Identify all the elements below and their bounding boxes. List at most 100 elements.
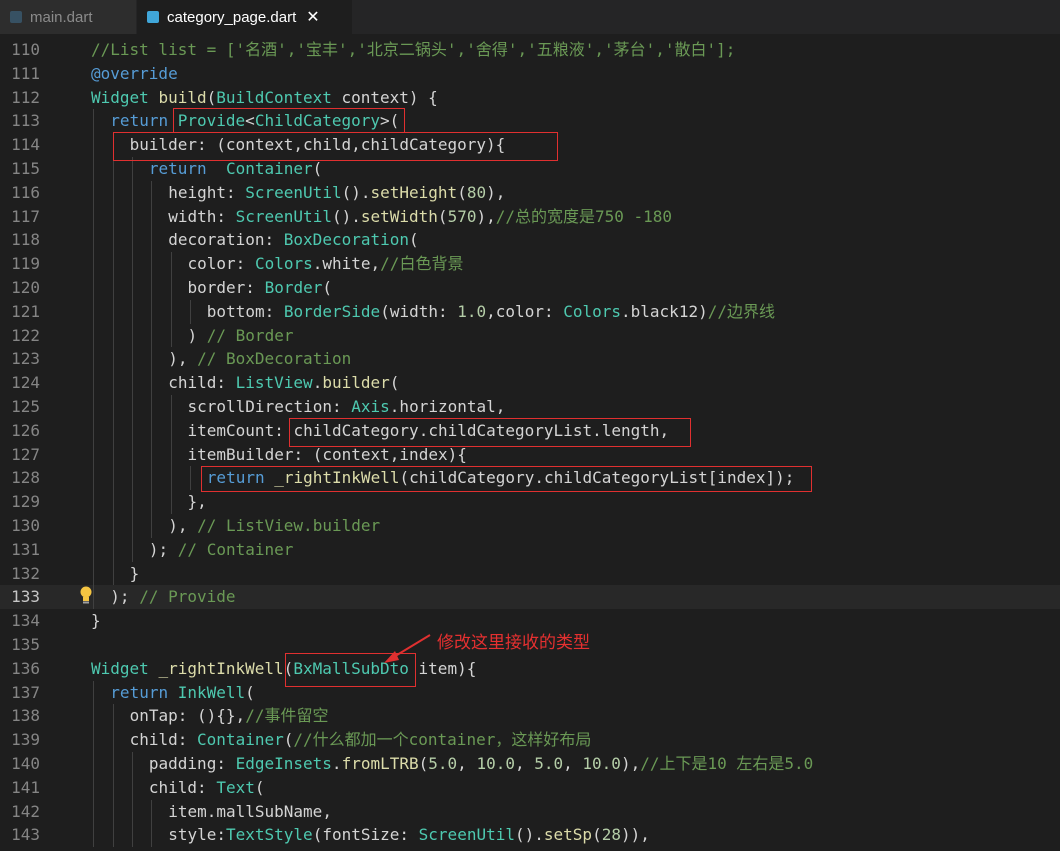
code-line[interactable]: 128 return _rightInkWell(childCategory.ch… — [0, 466, 1060, 491]
code-line[interactable]: 125 scrollDirection: Axis.horizontal, — [0, 395, 1060, 419]
code-token: 10.0 — [476, 754, 515, 773]
code-line[interactable]: 123), // BoxDecoration — [0, 347, 1060, 372]
code-line[interactable]: 126 itemCount: childCategory.childCategor… — [0, 418, 1060, 443]
code-token: //白色背景 — [380, 254, 464, 274]
code-token: BorderSide — [283, 301, 381, 321]
indent-guide — [131, 537, 133, 562]
code-token: BoxDecoration — [283, 230, 410, 250]
code-line[interactable]: 122) // Border — [0, 323, 1060, 348]
line-number: 125 — [11, 397, 40, 416]
line-number: 141 — [11, 777, 40, 797]
indent-guide — [93, 180, 95, 205]
code-line[interactable]: 115 return Container( — [0, 157, 1060, 181]
code-line[interactable]: 138 onTap: (){},//事件留空 — [0, 704, 1060, 729]
indent-guide — [112, 180, 114, 205]
indent-guide — [151, 276, 153, 300]
code-token: ( — [206, 87, 217, 107]
code-line[interactable]: 143 style:TextStyle(fontSize: ScreenUtil(… — [0, 823, 1060, 848]
line-number: 122 — [11, 325, 40, 345]
code-token: height: — [168, 182, 246, 202]
indent-guide — [112, 395, 114, 419]
indent-guide — [151, 395, 153, 419]
indent-guide — [112, 442, 114, 467]
code-line[interactable]: 133); // Provide — [0, 585, 1060, 610]
code-text: ), // BoxDecoration — [168, 347, 351, 371]
indent-guide — [93, 252, 95, 276]
line-number: 132 — [11, 563, 40, 583]
code-token: ( — [312, 159, 323, 178]
code-token: ScreenUtil — [418, 825, 515, 845]
code-token: (width: — [380, 301, 458, 321]
code-token: ), — [620, 754, 641, 773]
indent-guide — [93, 442, 95, 467]
code-text: color: Colors.white,//白色背景 — [188, 252, 464, 276]
code-text: return Container( — [149, 157, 322, 181]
code-line[interactable]: 131); // Container — [0, 537, 1060, 562]
code-token: itemBuilder: (context,index){ — [187, 444, 467, 464]
code-token: builder — [322, 373, 390, 393]
code-line[interactable]: 142 item.mallSubName, — [0, 799, 1060, 824]
code-token: ScreenUtil — [235, 206, 332, 226]
code-token: (). — [331, 206, 361, 226]
code-line[interactable]: 127 itemBuilder: (context,index){ — [0, 442, 1060, 467]
code-text: return InkWell( — [110, 681, 255, 705]
indent-guide — [189, 466, 191, 491]
code-token: .white, — [312, 254, 381, 274]
line-number: 127 — [11, 444, 40, 464]
code-line[interactable]: 121 bottom: BorderSide(width: 1.0,color: … — [0, 299, 1060, 324]
code-line[interactable]: 120 border: Border( — [0, 276, 1060, 300]
close-icon[interactable]: ✕ — [306, 7, 319, 27]
code-line[interactable]: 112 Widget build(BuildContext context) { — [0, 86, 1060, 110]
indent-guide — [170, 299, 172, 324]
code-line[interactable]: 141 child: Text( — [0, 775, 1060, 800]
code-text: padding: EdgeInsets.fromLTRB(5.0, 10.0, … — [149, 752, 813, 776]
indent-guide — [93, 823, 95, 848]
code-line[interactable]: 116 height: ScreenUtil().setHeight(80), — [0, 180, 1060, 205]
indent-guide — [93, 561, 95, 586]
tab-main-dart[interactable]: main.dart — [0, 0, 136, 34]
code-line[interactable]: 114 builder: (context,child,childCategory… — [0, 133, 1060, 157]
code-token: setSp — [543, 825, 593, 845]
code-token: scrollDirection: — [187, 397, 352, 416]
code-text: builder: (context,child,childCategory){ — [130, 133, 506, 157]
code-line[interactable]: 130), // ListView.builder — [0, 514, 1060, 538]
code-line[interactable]: 111 @override — [0, 62, 1060, 86]
code-line[interactable]: 118 decoration: BoxDecoration( — [0, 228, 1060, 253]
code-line[interactable]: 117 width: ScreenUtil().setWidth(570),//总… — [0, 204, 1060, 229]
indent-guide — [112, 752, 114, 776]
code-line[interactable]: 136 Widget _rightInkWell(BxMallSubDto ite… — [0, 657, 1060, 681]
code-line[interactable]: 129}, — [0, 490, 1060, 514]
code-line[interactable]: 113 return Provide<ChildCategory>( — [0, 109, 1060, 134]
code-line[interactable]: 110 //List list = ['名酒','宝丰','北京二锅头','舍得'… — [0, 38, 1060, 62]
indent-guide — [151, 799, 153, 824]
tab-category-page-dart[interactable]: category_page.dart ✕ — [137, 0, 352, 34]
line-number: 143 — [11, 825, 40, 845]
code-line[interactable]: 119 color: Colors.white,//白色背景 — [0, 252, 1060, 276]
line-number: 140 — [11, 754, 40, 773]
code-token: )), — [620, 825, 650, 845]
indent-guide — [131, 180, 133, 205]
code-line[interactable]: 124 child: ListView.builder( — [0, 371, 1060, 395]
code-token: setHeight — [370, 182, 458, 202]
code-text: return _rightInkWell(childCategory.child… — [207, 466, 795, 490]
indent-guide — [112, 537, 114, 562]
lightbulb-icon[interactable] — [78, 585, 94, 605]
code-token: border: — [187, 278, 265, 297]
indent-guide — [93, 371, 95, 395]
code-line[interactable]: 139 child: Container(//什么都加一个container，这样… — [0, 728, 1060, 752]
code-text: return Provide<ChildCategory>( — [110, 109, 399, 133]
indent-guide — [131, 395, 133, 419]
code-token: Text — [216, 777, 255, 797]
line-number: 129 — [11, 492, 40, 512]
code-token: //边界线 — [707, 301, 775, 321]
code-line[interactable]: 140 padding: EdgeInsets.fromLTRB(5.0, 10.… — [0, 752, 1060, 776]
indent-guide — [151, 823, 153, 848]
indent-guide — [112, 775, 114, 800]
code-line[interactable]: 137 return InkWell( — [0, 680, 1060, 705]
code-line[interactable]: 132} — [0, 561, 1060, 586]
indent-guide — [151, 228, 153, 253]
code-editor[interactable]: 110 //List list = ['名酒','宝丰','北京二锅头','舍得'… — [0, 36, 1060, 851]
code-token: Provide — [177, 111, 246, 131]
code-token: } — [129, 563, 140, 583]
